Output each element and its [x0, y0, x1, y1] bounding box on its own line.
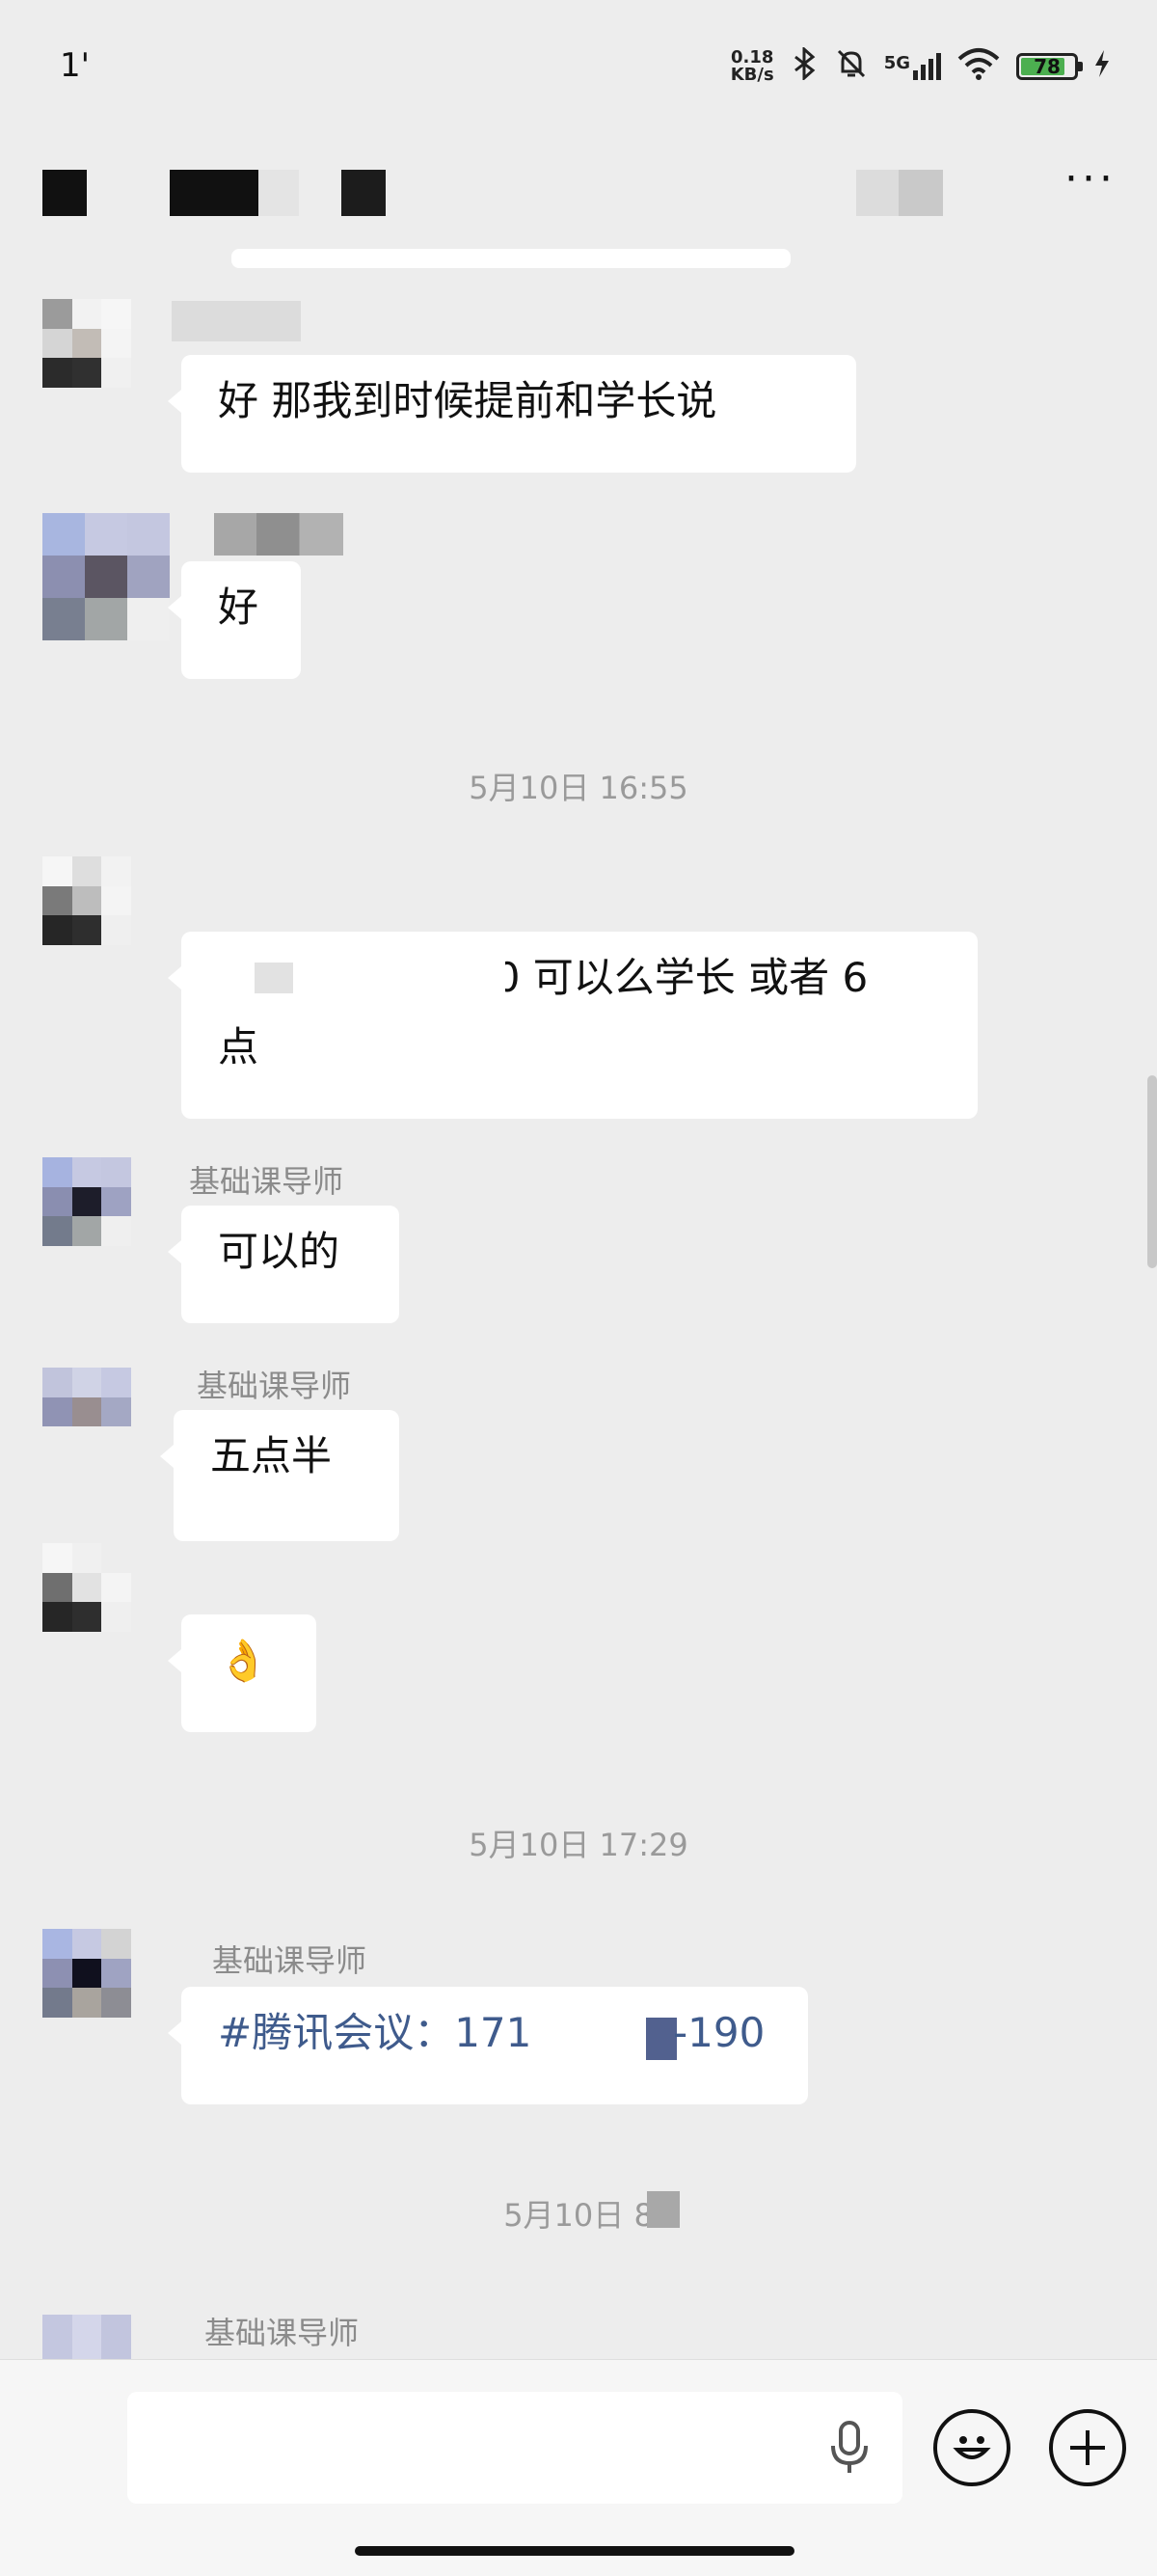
- meeting-link-end[interactable]: -190: [673, 1998, 765, 2068]
- message-bubble[interactable]: 好: [168, 561, 301, 679]
- message-text: 五点半: [210, 1432, 333, 1479]
- chat-header: [0, 145, 1157, 241]
- timestamp: 5月10日 17:29: [469, 1827, 688, 1863]
- message-bubble[interactable]: #腾讯会议：171 -190: [168, 1987, 808, 2104]
- net-speed: 0.18 KB/s: [730, 47, 774, 85]
- avatar[interactable]: [42, 856, 131, 945]
- plus-icon: [1070, 2430, 1105, 2465]
- meeting-link[interactable]: #腾讯会议：171: [218, 2009, 531, 2056]
- title-censor-3: [258, 170, 299, 216]
- message-bubble[interactable]: 30 可以么学长 或者 6 点: [168, 932, 978, 1119]
- title-censor-1: [42, 170, 87, 216]
- battery-icon: 78: [1016, 53, 1083, 80]
- avatar[interactable]: [42, 2315, 131, 2359]
- more-options-button[interactable]: ···: [1064, 158, 1117, 201]
- message-text-line2: 点: [218, 1023, 259, 1071]
- message-bubble[interactable]: 好 那我到时候提前和学长说: [168, 355, 856, 473]
- sender-name-censor: [172, 301, 301, 341]
- microphone-icon[interactable]: [825, 2419, 874, 2481]
- censor-strip: [231, 249, 791, 268]
- avatar[interactable]: [42, 513, 172, 642]
- timestamp: 5月10日 16:55: [469, 770, 688, 806]
- sender-name: 基础课导师: [204, 2315, 360, 2351]
- emoji-icon: [953, 2436, 991, 2459]
- title-censor-5: [856, 170, 899, 216]
- text-censor: [293, 943, 505, 1013]
- sender-name: 基础课导师: [212, 1942, 367, 1979]
- message-bubble[interactable]: 五点半: [160, 1410, 399, 1541]
- status-time: 1': [60, 46, 90, 85]
- avatar[interactable]: [42, 1157, 131, 1246]
- title-censor-6: [899, 170, 943, 216]
- sender-name-censor: [214, 513, 343, 556]
- message-bubble[interactable]: 👌: [168, 1614, 316, 1732]
- charging-icon: [1093, 49, 1111, 84]
- message-text: 好: [218, 583, 259, 631]
- title-censor-2: [170, 170, 258, 216]
- sender-name: 基础课导师: [189, 1163, 344, 1200]
- status-icons: 0.18 KB/s 5G 78: [730, 45, 1111, 87]
- message-bubble[interactable]: 可以的: [168, 1206, 399, 1323]
- text-censor: [255, 963, 293, 993]
- message-input[interactable]: [127, 2392, 902, 2504]
- plus-button[interactable]: [1049, 2409, 1126, 2486]
- message-text: 可以的: [218, 1228, 340, 1275]
- sender-name: 基础课导师: [197, 1368, 352, 1404]
- cell-signal-icon: 5G: [884, 53, 941, 80]
- avatar[interactable]: [42, 1368, 131, 1456]
- emoji-button[interactable]: [933, 2409, 1010, 2486]
- scrollbar[interactable]: [1147, 1075, 1157, 1268]
- ok-hand-emoji: 👌: [218, 1637, 269, 1684]
- wifi-icon: [956, 47, 1001, 86]
- title-censor-4: [341, 170, 386, 216]
- text-censor: [647, 2191, 681, 2228]
- bluetooth-icon: [790, 45, 819, 86]
- home-indicator[interactable]: [355, 2546, 794, 2556]
- timestamp: 5月10日 8: [0, 2191, 1157, 2236]
- mute-bell-icon: [834, 46, 869, 87]
- avatar[interactable]: [42, 1929, 131, 2018]
- avatar[interactable]: [42, 1543, 131, 1632]
- message-text: 好 那我到时候提前和学长说: [218, 377, 717, 424]
- avatar[interactable]: [42, 299, 131, 388]
